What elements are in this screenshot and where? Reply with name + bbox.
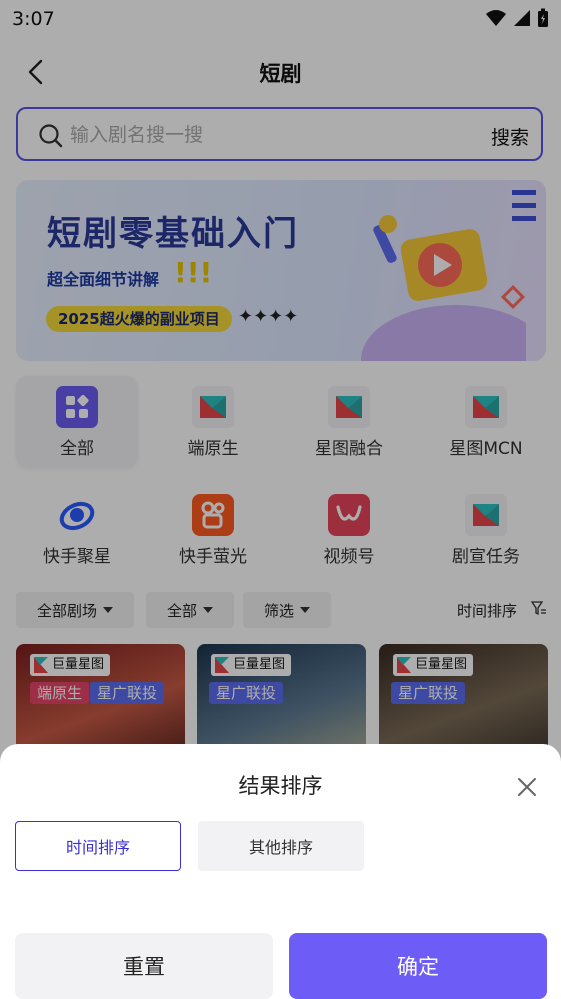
sort-option-time[interactable]: 时间排序 [15, 821, 181, 871]
close-icon[interactable] [516, 776, 538, 798]
confirm-button[interactable]: 确定 [289, 933, 547, 999]
sort-bottom-sheet: 结果排序 时间排序 其他排序 重置 确定 [0, 744, 561, 999]
reset-button[interactable]: 重置 [15, 933, 273, 999]
sort-option-other[interactable]: 其他排序 [198, 821, 364, 871]
sheet-title: 结果排序 [238, 774, 323, 798]
